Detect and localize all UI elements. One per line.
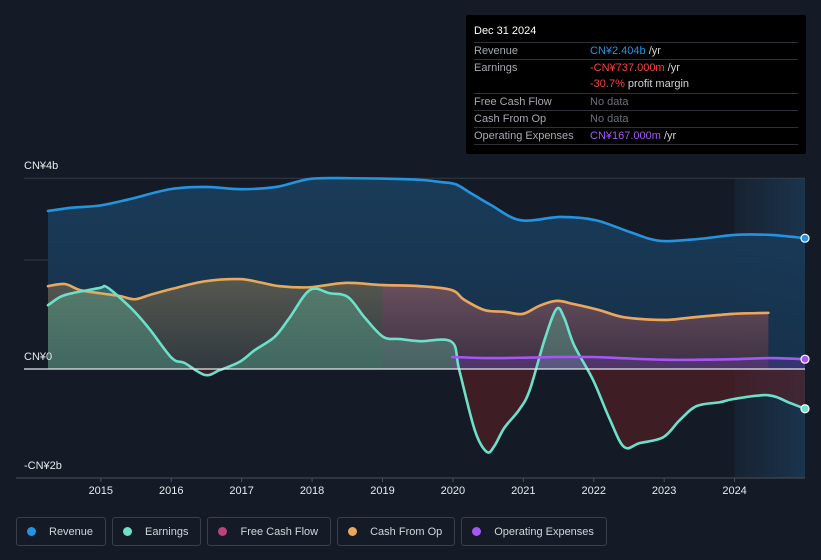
tooltip-value: CN¥167.000m /yr	[590, 130, 676, 142]
legend-label: Free Cash Flow	[240, 525, 319, 538]
x-tick-label: 2024	[722, 485, 747, 497]
tooltip-value: No data	[590, 113, 629, 125]
tooltip-label: Free Cash Flow	[474, 96, 552, 108]
legend-item-revenue[interactable]: Revenue	[16, 517, 107, 546]
operating-expenses-dot-icon	[472, 527, 482, 536]
tooltip-row-cash-from-op: Cash From Op No data	[474, 110, 798, 128]
legend-item-free-cash-flow[interactable]: Free Cash Flow	[207, 517, 332, 546]
unit: /yr	[645, 45, 661, 57]
tooltip-label: Revenue	[474, 45, 519, 57]
legend-label: Earnings	[145, 525, 189, 538]
legend: Revenue Earnings Free Cash Flow Cash Fro…	[16, 517, 607, 546]
legend-label: Cash From Op	[370, 525, 443, 538]
revenue-dot-icon	[27, 527, 36, 536]
x-tick-label: 2019	[370, 485, 395, 497]
x-tick-label: 2023	[651, 485, 677, 497]
earnings-line-end-marker	[800, 404, 810, 414]
tooltip-divider	[474, 144, 798, 145]
legend-label: Operating Expenses	[494, 525, 594, 538]
revenue-value: CN¥2.404b	[590, 45, 646, 57]
cash-from-op-dot-icon	[348, 527, 358, 536]
opex-value: CN¥167.000m	[590, 130, 661, 142]
tooltip-row-free-cash-flow: Free Cash Flow No data	[474, 93, 798, 111]
unit: /yr	[660, 130, 677, 142]
profit-margin-value: -30.7%	[590, 78, 625, 90]
tooltip-label: Operating Expenses	[474, 130, 574, 142]
tooltip: Dec 31 2024 Revenue CN¥2.404b /yr Earnin…	[466, 15, 806, 154]
tooltip-row-revenue: Revenue CN¥2.404b /yr	[474, 42, 798, 60]
tooltip-value: -30.7% profit margin	[590, 78, 689, 90]
legend-item-cash-from-op[interactable]: Cash From Op	[337, 517, 456, 546]
tooltip-label: Earnings	[474, 62, 518, 74]
tooltip-row-operating-expenses: Operating Expenses CN¥167.000m /yr	[474, 127, 798, 145]
area-layer	[48, 177, 805, 453]
x-tick-label: 2022	[581, 485, 606, 497]
y-tick-label-bottom: -CN¥2b	[24, 460, 62, 472]
earnings-dot-icon	[123, 527, 133, 536]
tooltip-row-earnings: Earnings -CN¥737.000m /yr	[474, 59, 798, 77]
x-tick-label: 2021	[511, 485, 536, 497]
unit: /yr	[664, 62, 680, 74]
legend-label: Revenue	[49, 525, 94, 538]
legend-item-earnings[interactable]: Earnings	[112, 517, 202, 546]
operating-expenses-line-end-marker	[800, 354, 810, 364]
revenue-line-end-marker	[800, 233, 810, 243]
y-tick-label-zero: CN¥0	[24, 351, 53, 363]
tooltip-value: No data	[590, 96, 629, 108]
unit: profit margin	[624, 78, 690, 90]
tooltip-value: CN¥2.404b /yr	[590, 45, 661, 57]
x-tick-label: 2018	[299, 485, 325, 497]
y-tick-label-top: CN¥4b	[24, 160, 59, 172]
x-tick-label: 2015	[88, 485, 114, 497]
tooltip-row-profit-margin: -30.7% profit margin	[474, 76, 798, 93]
legend-item-operating-expenses[interactable]: Operating Expenses	[461, 517, 607, 546]
tooltip-date: Dec 31 2024	[474, 25, 537, 37]
free-cash-flow-dot-icon	[218, 527, 228, 536]
x-tick-label: 2016	[158, 485, 184, 497]
earnings-value: -CN¥737.000m	[590, 62, 665, 74]
x-tick-label: 2017	[229, 485, 254, 497]
tooltip-label: Cash From Op	[474, 113, 547, 125]
x-tick-label: 2020	[440, 485, 466, 497]
tooltip-value: -CN¥737.000m /yr	[590, 62, 680, 74]
